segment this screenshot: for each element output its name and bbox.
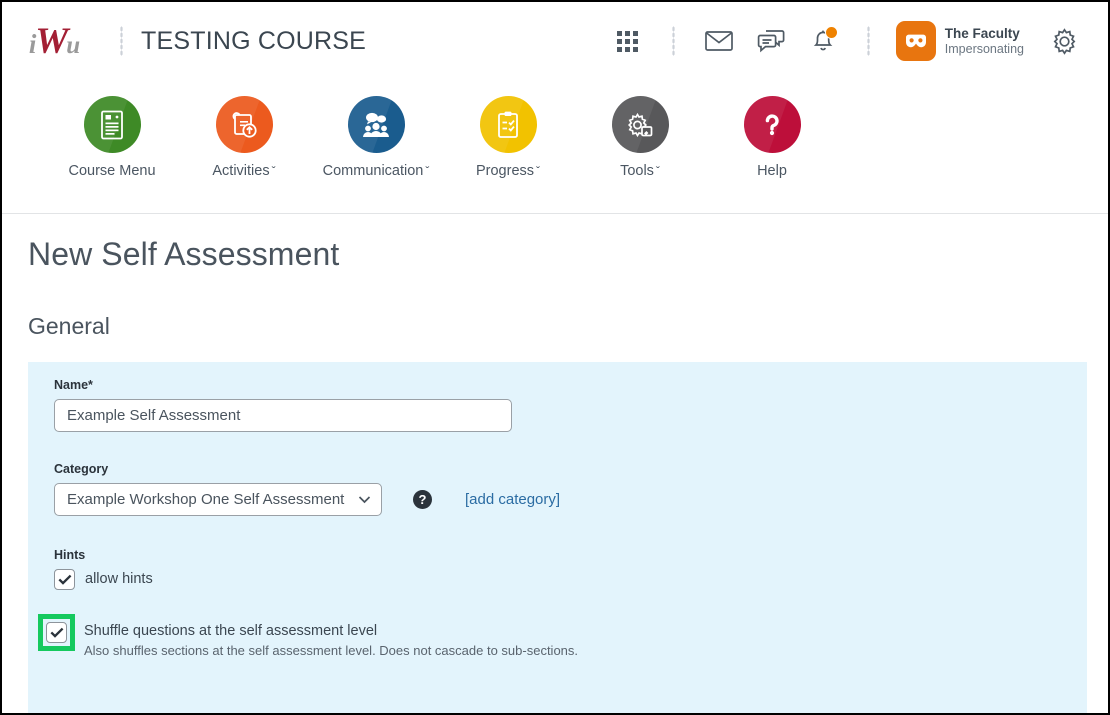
shuffle-questions-checkbox[interactable] xyxy=(46,622,67,643)
header-divider-dots-2 xyxy=(671,26,675,56)
user-status: Impersonating xyxy=(944,41,1024,56)
name-field-group: Name* xyxy=(28,378,1087,432)
checkmark-icon xyxy=(49,627,63,638)
add-category-link[interactable]: [add category] xyxy=(465,491,560,508)
chevron-down-icon: ˇ xyxy=(425,164,430,178)
gear-icon[interactable] xyxy=(1038,15,1090,67)
logo-letter-w: W xyxy=(35,20,68,62)
name-label-text: Name xyxy=(54,378,89,392)
gear-tools-icon xyxy=(627,112,653,137)
checklist-clipboard-icon xyxy=(498,111,518,138)
course-nav-bar: Course Menu Activities ˇ Communication ˇ… xyxy=(2,80,1108,214)
nav-item-help[interactable]: Help xyxy=(706,80,838,179)
page-title: New Self Assessment xyxy=(28,236,340,272)
browser-screenshot: iWu TESTING COURSE The Faculty Impersona… xyxy=(0,0,1110,715)
user-name: The Faculty xyxy=(944,26,1020,42)
nav-text: Help xyxy=(757,163,787,179)
nav-label-course-menu: Course Menu xyxy=(68,163,155,179)
chevron-down-icon: ˇ xyxy=(271,164,276,178)
impersonation-mask-icon xyxy=(905,34,926,48)
course-title: TESTING COURSE xyxy=(141,26,367,55)
checkmark-icon xyxy=(57,574,71,585)
nav-item-activities[interactable]: Activities ˇ xyxy=(178,80,310,179)
category-select[interactable]: Example Workshop One Self Assessment xyxy=(54,483,382,516)
allow-hints-label: allow hints xyxy=(85,571,153,587)
avatar[interactable] xyxy=(895,21,936,61)
required-marker: * xyxy=(88,378,93,392)
chat-bubble-icon[interactable] xyxy=(745,15,797,67)
chevron-down-icon xyxy=(358,496,371,504)
nav-label-communication: Communication ˇ xyxy=(323,163,430,179)
logo-letter-u: u xyxy=(66,31,80,59)
nav-text: Progress xyxy=(475,163,535,179)
nav-item-communication[interactable]: Communication ˇ xyxy=(310,80,442,179)
shuffle-field-group: Shuffle questions at the self assessment… xyxy=(28,614,1087,658)
nav-item-progress[interactable]: Progress ˇ xyxy=(442,80,574,179)
nav-label-help: Help xyxy=(757,163,787,179)
bell-icon[interactable] xyxy=(797,15,849,67)
allow-hints-row: allow hints xyxy=(54,569,1087,590)
tools-circle xyxy=(611,96,669,153)
activities-circle xyxy=(215,96,273,153)
shuffle-checkbox-highlight xyxy=(38,614,75,651)
chevron-down-icon: ˇ xyxy=(536,164,541,178)
allow-hints-checkbox[interactable] xyxy=(54,569,75,590)
notification-badge xyxy=(824,26,838,39)
header-actions: The Faculty Impersonating xyxy=(602,15,1108,67)
progress-circle xyxy=(479,96,537,153)
communication-circle xyxy=(347,96,405,153)
course-menu-circle xyxy=(83,96,141,153)
nav-label-progress: Progress ˇ xyxy=(476,163,540,179)
category-selected-value: Example Workshop One Self Assessment xyxy=(67,491,345,508)
nav-label-tools: Tools ˇ xyxy=(620,163,660,179)
nav-text: Communication xyxy=(322,163,424,179)
general-settings-panel: Name* Category Example Workshop One Self… xyxy=(28,362,1087,713)
top-header-bar: iWu TESTING COURSE The Faculty Impersona… xyxy=(2,2,1108,80)
name-input[interactable] xyxy=(54,399,512,432)
hints-label: Hints xyxy=(54,548,86,562)
shuffle-questions-label: Shuffle questions at the self assessment… xyxy=(84,623,378,639)
hints-field-group: Hints allow hints xyxy=(28,548,1087,590)
category-label: Category xyxy=(54,462,109,476)
help-circle xyxy=(743,96,801,153)
institution-logo[interactable]: iWu xyxy=(6,23,102,60)
logo-text: iWu xyxy=(29,20,80,62)
category-row: Example Workshop One Self Assessment ? [… xyxy=(54,483,1087,516)
nav-item-tools[interactable]: Tools ˇ xyxy=(574,80,706,179)
nav-label-activities: Activities ˇ xyxy=(212,163,275,179)
header-divider-dots xyxy=(120,26,123,56)
people-chat-icon xyxy=(363,112,389,137)
shuffle-text-block: Shuffle questions at the self assessment… xyxy=(84,621,578,658)
chevron-down-icon: ˇ xyxy=(655,164,660,178)
section-title-general: General xyxy=(28,313,110,339)
category-help-icon[interactable]: ? xyxy=(413,490,432,509)
envelope-icon[interactable] xyxy=(693,15,745,67)
header-divider-dots-3 xyxy=(866,26,870,56)
name-label: Name* xyxy=(54,378,1087,392)
shuffle-questions-description: Also shuffles sections at the self asses… xyxy=(84,643,579,658)
document-lines-icon xyxy=(101,110,123,139)
grid-apps-icon[interactable] xyxy=(602,15,654,67)
nav-text: Tools xyxy=(620,163,654,179)
nav-text: Activities xyxy=(212,163,270,179)
nav-text: Course Menu xyxy=(68,163,156,179)
user-info[interactable]: The Faculty Impersonating xyxy=(945,26,1024,56)
category-field-group: Category Example Workshop One Self Asses… xyxy=(28,462,1087,516)
grid-apps-glyph xyxy=(617,30,639,52)
question-mark-icon xyxy=(765,113,779,135)
nav-item-course-menu[interactable]: Course Menu xyxy=(46,80,178,179)
main-content: New Self Assessment General Name* Catego… xyxy=(2,214,1108,713)
upload-clipboard-icon xyxy=(232,111,257,138)
